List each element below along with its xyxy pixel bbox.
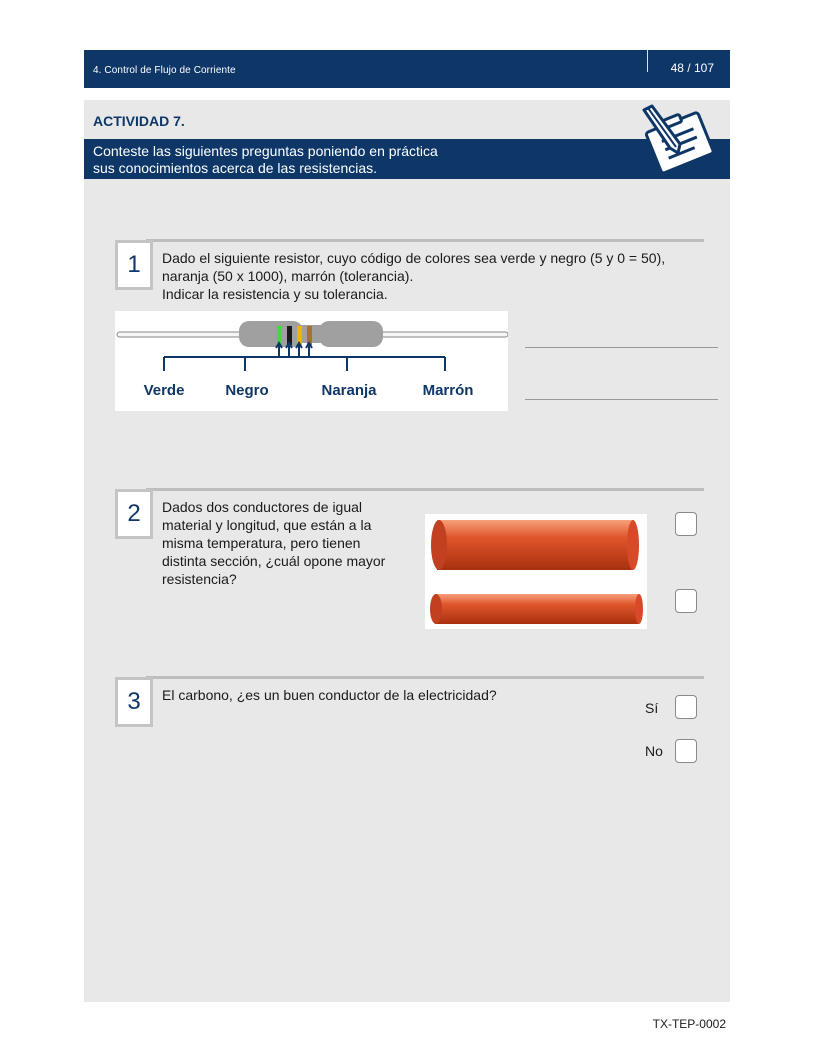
- section-title: 4. Control de Flujo de Corriente: [93, 65, 236, 76]
- page-counter: 48 / 107: [670, 61, 714, 75]
- question-divider: [146, 676, 704, 679]
- option-no-checkbox[interactable]: [675, 739, 697, 763]
- option-no-label: No: [645, 743, 663, 759]
- activity-panel: ACTIVIDAD 7. Conteste las siguientes pre…: [84, 100, 730, 1002]
- question-number: 3: [115, 677, 153, 727]
- activity-title: ACTIVIDAD 7.: [93, 113, 185, 129]
- option-yes-checkbox[interactable]: [675, 695, 697, 719]
- instructions-line: sus conocimientos acerca de las resisten…: [93, 160, 378, 176]
- question-line: El carbono, ¿es un buen conductor de la …: [162, 687, 497, 703]
- band-arrows: [163, 341, 446, 371]
- thick-conductor-checkbox[interactable]: [675, 512, 697, 536]
- question-line: resistencia?: [162, 571, 237, 587]
- question-divider: [146, 239, 704, 242]
- instructions-line: Conteste las siguientes preguntas ponien…: [93, 143, 438, 159]
- question-text: Dados dos conductores de igual material …: [162, 498, 422, 588]
- question-line: Indicar la resistencia y su tolerancia.: [162, 286, 388, 302]
- band-label: Naranja: [321, 382, 377, 399]
- answer-line-resistance[interactable]: [525, 347, 718, 348]
- header-divider: [647, 50, 648, 72]
- question-number: 1: [115, 240, 153, 290]
- question-text: Dado el siguiente resistor, cuyo código …: [162, 249, 702, 303]
- question-line: material y longitud, que están a la: [162, 517, 372, 533]
- thick-conductor: [431, 520, 639, 570]
- thin-conductor: [430, 594, 643, 624]
- page-header: 4. Control de Flujo de Corriente 48 / 10…: [84, 50, 730, 88]
- question-text: El carbono, ¿es un buen conductor de la …: [162, 686, 582, 704]
- question-line: naranja (50 x 1000), marrón (tolerancia)…: [162, 268, 414, 284]
- question-line: distinta sección, ¿cuál opone mayor: [162, 553, 386, 569]
- option-yes-label: Sí: [645, 700, 659, 716]
- question-divider: [146, 488, 704, 491]
- question-line: misma temperatura, pero tienen: [162, 535, 361, 551]
- resistor-color-code-diagram: Verde Negro Naranja Marrón: [115, 311, 508, 411]
- band-label: Negro: [225, 382, 268, 399]
- conductors-illustration: [425, 514, 647, 629]
- document-code: TX-TEP-0002: [652, 1017, 726, 1031]
- question-line: Dado el siguiente resistor, cuyo código …: [162, 250, 666, 266]
- band-label: Marrón: [423, 382, 474, 399]
- band-label: Verde: [144, 382, 185, 399]
- question-number: 2: [115, 489, 153, 539]
- thin-conductor-checkbox[interactable]: [675, 589, 697, 613]
- answer-line-tolerance[interactable]: [525, 399, 718, 400]
- question-line: Dados dos conductores de igual: [162, 499, 363, 515]
- checklist-pencil-icon: [642, 104, 715, 175]
